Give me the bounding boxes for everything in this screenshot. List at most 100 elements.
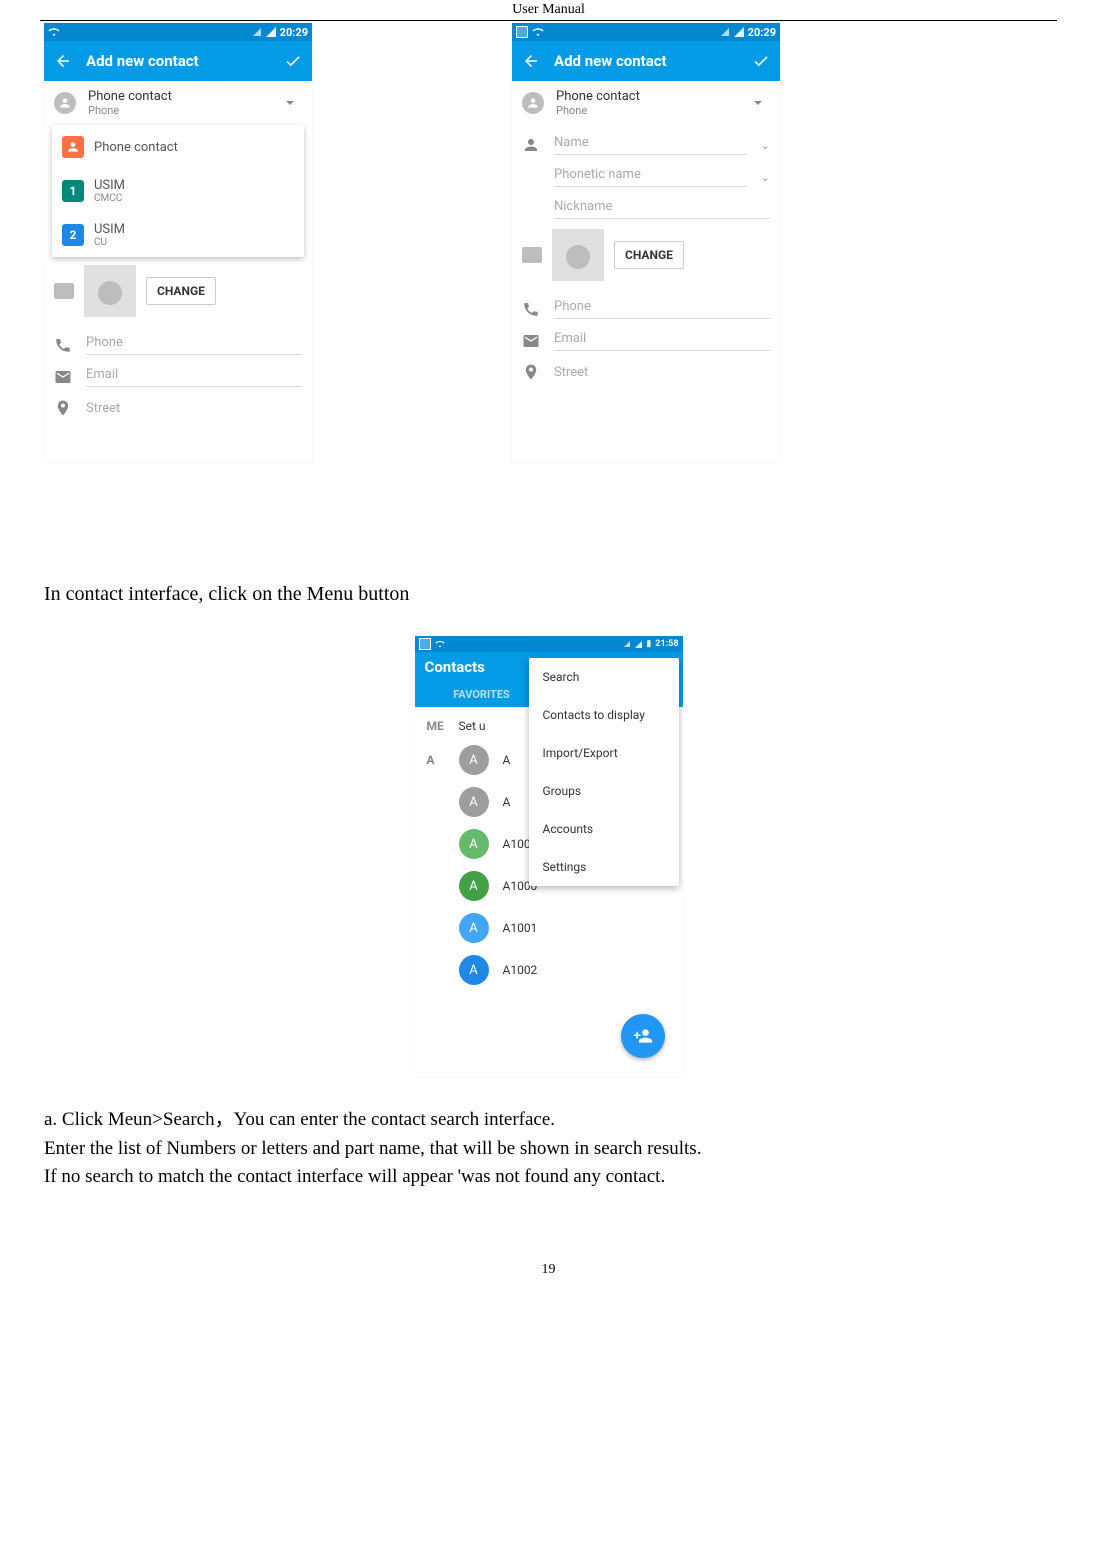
signal-icon [624,641,630,647]
status-time: 21:58 [655,639,678,649]
popup-label: USIM [94,178,125,193]
popup-label: Phone contact [94,140,178,155]
sim-icon: 2 [62,224,84,246]
person-icon [522,92,544,114]
contact-name: A1002 [503,963,538,977]
avatar: A [459,871,489,901]
menu-item-accounts[interactable]: Accounts [529,810,679,848]
instruction-paragraph: a. Click Meun>Search，You can enter the c… [44,1106,1053,1192]
line-b: Enter the list of Numbers or letters and… [44,1135,1053,1164]
email-icon [522,332,540,350]
email-placeholder: Email [554,331,770,346]
sim-icon: 1 [62,180,84,202]
avatar: A [459,787,489,817]
phonetic-field-row[interactable]: Phonetic name ⌄ [512,157,780,189]
page-number: 19 [0,1262,1097,1288]
menu-item-search[interactable]: Search [529,658,679,696]
signal-icon [266,27,276,37]
account-sub-label: Phone [556,104,640,117]
popup-sublabel: CMCC [94,193,125,204]
signal-icon [635,641,642,648]
avatar: A [459,913,489,943]
email-icon [54,368,72,386]
status-bar: ▮ 21:58 [415,636,683,652]
signal-icon [721,28,729,36]
section-letter-me: ME [427,719,445,733]
name-field-row[interactable]: Name ⌄ [512,125,780,157]
avatar: A [459,955,489,985]
camera-icon[interactable] [522,247,542,263]
line-a: a. Click Meun>Search，You can enter the c… [44,1106,1053,1135]
nickname-placeholder: Nickname [554,199,770,214]
wifi-icon [532,26,544,38]
change-photo-button[interactable]: CHANGE [614,241,684,269]
line-c: If no search to match the contact interf… [44,1163,1053,1192]
person-outline-icon [522,136,540,154]
status-bar: 20:29 [512,23,780,41]
app-bar-title: Add new contact [554,52,738,70]
name-placeholder: Name [554,135,747,150]
menu-item-import-export[interactable]: Import/Export [529,734,679,772]
chevron-down-icon[interactable]: ⌄ [761,171,770,184]
chevron-down-icon[interactable]: ⌄ [761,139,770,152]
wifi-icon [435,639,445,649]
email-placeholder: Email [86,367,302,382]
phone-field-row[interactable]: Phone [44,325,312,357]
avatar-placeholder[interactable] [84,265,136,317]
street-placeholder: Street [86,401,120,416]
street-placeholder: Street [554,365,588,380]
change-photo-button[interactable]: CHANGE [146,277,216,305]
menu-item-groups[interactable]: Groups [529,772,679,810]
contact-name: A [503,753,511,767]
popup-option-phone[interactable]: Phone contact [52,125,304,169]
email-field-row[interactable]: Email [44,357,312,389]
person-icon [54,92,76,114]
account-selector[interactable]: Phone contact Phone [512,81,780,125]
place-icon [54,399,72,417]
email-field-row[interactable]: Email [512,321,780,353]
person-add-icon [633,1026,653,1046]
popup-sublabel: CU [94,237,125,248]
account-sub-label: Phone [88,104,172,117]
popup-option-usim2[interactable]: 2 USIM CU [52,213,304,257]
doc-header: User Manual [0,2,1097,20]
instruction-text: In contact interface, click on the Menu … [44,583,1053,606]
battery-icon: ▮ [646,639,651,649]
photo-row: CHANGE [512,221,780,289]
overflow-menu: Search Contacts to display Import/Export… [529,658,679,886]
screenshot-right: 20:29 Add new contact Phone contact Phon… [512,23,780,463]
nickname-field-row[interactable]: Nickname [512,189,780,221]
app-bar: Add new contact [512,41,780,81]
contacts-title: Contacts [425,658,485,676]
popup-option-usim1[interactable]: 1 USIM CMCC [52,169,304,213]
back-arrow-icon[interactable] [522,52,540,70]
status-time: 20:29 [280,26,308,39]
app-bar: Add new contact [44,41,312,81]
contact-name: A [503,795,511,809]
avatar: A [459,829,489,859]
camera-icon[interactable] [54,283,74,299]
place-icon [522,363,540,381]
contact-name: A100 [503,837,531,851]
street-field-row[interactable]: Street [512,353,780,383]
avatar-placeholder[interactable] [552,229,604,281]
check-icon[interactable] [752,52,770,70]
popup-label: USIM [94,222,125,237]
list-item[interactable]: A A1001 [415,907,683,949]
phone-icon [522,300,540,318]
avatar: A [459,745,489,775]
screenshot-contacts: ▮ 21:58 Contacts FAVORITES Search Contac… [415,636,683,1076]
account-selector[interactable]: Phone contact Phone [44,81,312,125]
back-arrow-icon[interactable] [54,52,72,70]
status-bar: 20:29 [44,23,312,41]
list-item[interactable]: A A1002 [415,949,683,991]
screenshot-icon [419,638,431,650]
check-icon[interactable] [284,52,302,70]
menu-item-contacts-display[interactable]: Contacts to display [529,696,679,734]
signal-icon [734,27,744,37]
street-field-row[interactable]: Street [44,389,312,419]
phone-field-row[interactable]: Phone [512,289,780,321]
menu-item-settings[interactable]: Settings [529,848,679,886]
fab-add-contact[interactable] [621,1014,665,1058]
account-popup: Phone contact 1 USIM CMCC 2 USIM CU [52,125,304,257]
